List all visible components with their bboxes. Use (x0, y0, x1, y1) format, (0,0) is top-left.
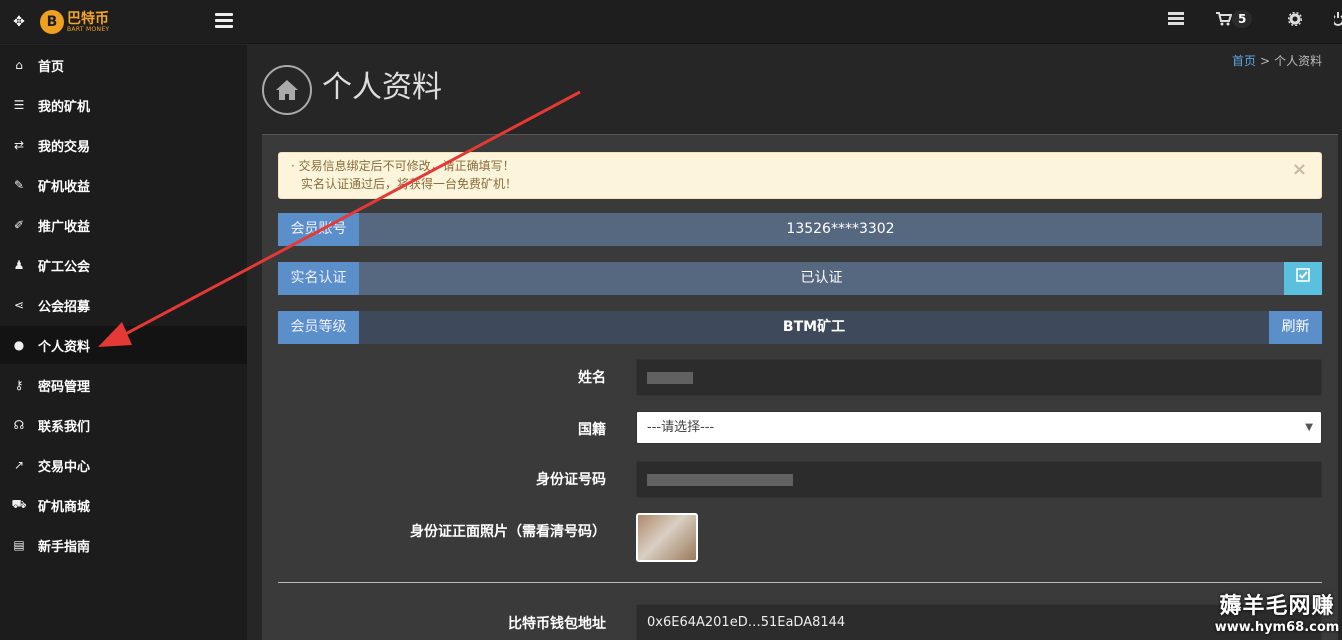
chevron-down-icon: ▼ (1305, 422, 1313, 433)
book-icon: ▤ (13, 538, 25, 552)
checkbox-icon[interactable] (1284, 262, 1322, 295)
sidebar-item-label: 公会招募 (38, 299, 91, 315)
sidebar-item-password[interactable]: ⚷ 密码管理 (0, 366, 247, 404)
level-row: 会员等级 BTM矿工 刷新 (278, 311, 1322, 344)
user-icon: ● (13, 338, 25, 352)
logo-badge: B (40, 10, 64, 34)
line-chart-icon: ↗ (13, 458, 25, 472)
sidebar-item-miner-income[interactable]: ✎ 矿机收益 (0, 166, 247, 204)
name-field[interactable] (636, 359, 1322, 396)
sidebar-item-trade-center[interactable]: ↗ 交易中心 (0, 446, 247, 484)
id-number-label: 身份证号码 (536, 472, 606, 488)
power-icon[interactable] (1332, 12, 1342, 30)
users-icon: ♟ (13, 258, 25, 272)
sidebar-item-my-miners[interactable]: ☰ 我的矿机 (0, 86, 247, 124)
exchange-icon: ⇄ (13, 138, 25, 152)
cart-icon[interactable] (1216, 12, 1233, 30)
income-icon: ✎ (13, 178, 25, 192)
account-label: 会员账号 (278, 213, 359, 246)
sidebar-item-guide[interactable]: ▤ 新手指南 (0, 526, 247, 564)
watermark-url: www.hym68.com (1214, 620, 1340, 635)
sidebar-item-my-trades[interactable]: ⇄ 我的交易 (0, 126, 247, 164)
share-icon: ⋖ (13, 298, 25, 312)
logo-subtitle: BART MONEY (67, 25, 110, 33)
page-title: 个人资料 (322, 70, 442, 105)
logo-name: 巴特币 (67, 10, 109, 27)
logo[interactable]: B 巴特币 BART MONEY (40, 9, 109, 35)
sidebar: ⌂ 首页 ☰ 我的矿机 ⇄ 我的交易 ✎ 矿机收益 ✐ 推广收益 ♟ 矿工公会 … (0, 45, 247, 640)
sidebar-item-home[interactable]: ⌂ 首页 (0, 46, 247, 84)
watermark: 薅羊毛网赚 www.hym68.com (1212, 594, 1342, 640)
level-value: BTM矿工 (359, 311, 1269, 344)
sidebar-item-label: 交易中心 (38, 459, 91, 475)
headphones-icon: ☊ (13, 418, 25, 432)
alert-warning: · 交易信息绑定后不可修改，请正确填写！ 实名认证通过后，将获得一台免费矿机！ … (278, 152, 1322, 199)
account-row: 会员账号 13526****3302 (278, 213, 1322, 246)
home-icon: ⌂ (15, 58, 23, 72)
sidebar-item-label: 密码管理 (38, 379, 91, 395)
id-photo-label: 身份证正面照片（需看清号码） (410, 524, 606, 540)
list-icon[interactable] (1168, 12, 1184, 27)
move-icon[interactable]: ✥ (10, 13, 28, 31)
id-number-field[interactable] (636, 461, 1322, 498)
sidebar-item-miner-shop[interactable]: ⛟ 矿机商城 (0, 486, 247, 524)
sidebar-item-promo-income[interactable]: ✐ 推广收益 (0, 206, 247, 244)
sidebar-item-contact[interactable]: ☊ 联系我们 (0, 406, 247, 444)
sidebar-item-label: 推广收益 (38, 219, 91, 235)
verify-label: 实名认证 (278, 262, 359, 295)
sidebar-item-label: 新手指南 (38, 539, 91, 555)
divider (278, 582, 1322, 583)
wallet-label: 比特币钱包地址 (508, 616, 606, 632)
sidebar-item-label: 矿工公会 (38, 259, 91, 275)
verify-status: 已认证 (359, 262, 1284, 295)
sidebar-item-label: 我的矿机 (38, 99, 91, 115)
redacted-text (647, 473, 793, 486)
top-bar: ✥ B 巴特币 BART MONEY 5 (0, 0, 1342, 44)
sidebar-item-miner-guild[interactable]: ♟ 矿工公会 (0, 246, 247, 284)
redacted-text (647, 371, 693, 384)
menu-toggle-icon[interactable] (215, 13, 233, 29)
sidebar-item-label: 矿机商城 (38, 499, 91, 515)
name-label: 姓名 (578, 370, 606, 386)
cart-icon: ⛟ (11, 497, 27, 511)
home-icon (262, 65, 312, 115)
sidebar-item-label: 首页 (38, 59, 65, 75)
breadcrumb-home-link[interactable]: 首页 (1232, 54, 1256, 68)
profile-panel: · 交易信息绑定后不可修改，请正确填写！ 实名认证通过后，将获得一台免费矿机！ … (262, 134, 1338, 640)
nationality-select-value: ---请选择--- (647, 420, 715, 435)
sidebar-item-label: 联系我们 (38, 419, 91, 435)
refresh-button[interactable]: 刷新 (1269, 311, 1322, 344)
breadcrumb-separator: > (1260, 54, 1271, 68)
nationality-select[interactable]: ---请选择--- ▼ (636, 411, 1322, 444)
sidebar-item-label: 我的交易 (38, 139, 91, 155)
sidebar-item-label: 个人资料 (38, 339, 91, 355)
sidebar-item-profile[interactable]: ● 个人资料 (0, 326, 247, 364)
verify-row: 实名认证 已认证 (278, 262, 1322, 295)
level-label: 会员等级 (278, 311, 359, 344)
cart-count-badge[interactable]: 5 (1232, 10, 1253, 28)
close-icon[interactable]: × (1292, 161, 1307, 179)
alert-line: 实名认证通过后，将获得一台免费矿机！ (301, 177, 518, 191)
magic-wand-icon: ✐ (13, 218, 25, 232)
sidebar-item-label: 矿机收益 (38, 179, 91, 195)
alert-line: · 交易信息绑定后不可修改，请正确填写！ (291, 159, 515, 173)
id-photo-thumbnail[interactable] (636, 513, 698, 562)
watermark-title: 薅羊毛网赚 (1219, 594, 1335, 619)
server-icon: ☰ (13, 98, 25, 112)
breadcrumb: 首页 > 个人资料 (1232, 52, 1322, 69)
nationality-label: 国籍 (578, 422, 606, 438)
gear-icon[interactable] (1287, 11, 1303, 30)
key-icon: ⚷ (14, 378, 24, 392)
account-value: 13526****3302 (359, 213, 1322, 246)
sidebar-item-guild-recruit[interactable]: ⋖ 公会招募 (0, 286, 247, 324)
breadcrumb-current: 个人资料 (1274, 54, 1323, 68)
